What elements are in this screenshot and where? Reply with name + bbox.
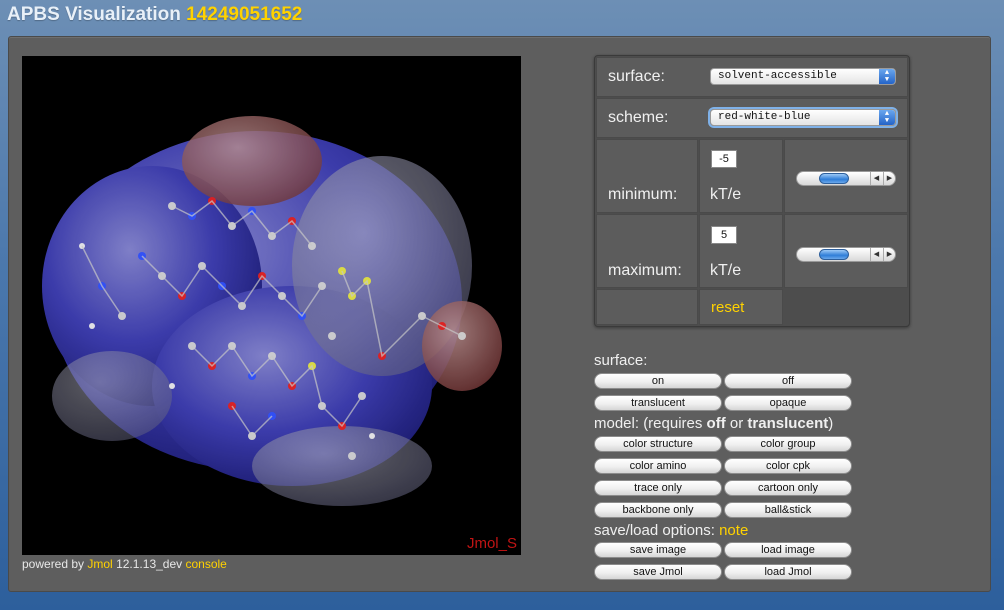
model-label-translucent: translucent [747,415,829,432]
color-cpk-button[interactable]: color cpk [724,458,852,474]
maximum-unit: kT/e [710,262,742,279]
color-structure-button[interactable]: color structure [594,436,722,452]
powered-by-line: powered by Jmol 12.1.13_dev console [22,557,227,571]
surface-section-label: surface: [594,352,648,369]
page-title-text: APBS Visualization [7,4,181,25]
surface-type-select[interactable]: solvent-accessible ▲ ▼ [710,68,896,85]
model-label-suffix: ) [828,415,834,432]
scheme-row-label: scheme: [608,109,669,126]
load-image-button[interactable]: load image [724,542,852,558]
note-link[interactable]: note [719,522,748,539]
job-id: 14249051652 [186,4,303,25]
model-label-prefix: model: (requires [594,415,707,432]
molecule-viewer[interactable]: Jmol_S [22,56,521,555]
slider-left-arrow-icon[interactable]: ◀ [870,172,882,185]
color-group-button[interactable]: color group [724,436,852,452]
maximum-slider[interactable]: ◀ ▶ [796,247,896,262]
ball-stick-button[interactable]: ball&stick [724,502,852,518]
cell-reset-empty [596,289,698,325]
surface-off-button[interactable]: off [724,373,852,389]
saveload-section-label: save/load options: note [594,522,748,539]
surface-on-button[interactable]: on [594,373,722,389]
surface-settings-table: surface: solvent-accessible ▲ ▼ scheme: r… [594,55,910,327]
page-title: APBS Visualization 14249051652 [7,4,302,26]
select-arrows-icon: ▲ ▼ [879,110,895,125]
surface-blob [42,116,502,506]
powered-by-text: powered by [22,557,85,571]
main-panel: Jmol_S powered by Jmol 12.1.13_dev conso… [8,36,991,592]
backbone-only-button[interactable]: backbone only [594,502,722,518]
minimum-row-label: minimum: [608,186,678,203]
jmol-watermark: Jmol_S [466,535,517,552]
surface-opaque-button[interactable]: opaque [724,395,852,411]
maximum-input[interactable]: 5 [711,226,737,244]
save-jmol-button[interactable]: save Jmol [594,564,722,580]
minimum-unit: kT/e [710,186,742,203]
minimum-input[interactable]: -5 [711,150,737,168]
slider-thumb[interactable] [819,249,849,260]
slider-thumb[interactable] [819,173,849,184]
console-link[interactable]: console [185,557,226,571]
slider-right-arrow-icon[interactable]: ▶ [883,248,895,261]
surface-row-label: surface: [608,68,665,85]
slider-right-arrow-icon[interactable]: ▶ [883,172,895,185]
molecule-render [42,116,502,506]
jmol-version: 12.1.13_dev [116,557,183,571]
model-label-off: off [706,415,726,432]
reset-link[interactable]: reset [711,299,744,316]
load-jmol-button[interactable]: load Jmol [724,564,852,580]
slider-left-arrow-icon[interactable]: ◀ [870,248,882,261]
minimum-slider[interactable]: ◀ ▶ [796,171,896,186]
saveload-label-text: save/load options: [594,522,715,539]
surface-translucent-button[interactable]: translucent [594,395,722,411]
model-section-label: model: (requires off or translucent) [594,415,833,432]
color-scheme-value: red-white-blue [718,111,811,123]
save-image-button[interactable]: save image [594,542,722,558]
surface-type-value: solvent-accessible [718,70,837,82]
select-arrows-icon: ▲ ▼ [879,69,895,84]
model-label-or: or [725,415,748,432]
maximum-row-label: maximum: [608,262,682,279]
trace-only-button[interactable]: trace only [594,480,722,496]
cartoon-only-button[interactable]: cartoon only [724,480,852,496]
color-amino-button[interactable]: color amino [594,458,722,474]
jmol-link[interactable]: Jmol [87,557,112,571]
color-scheme-select[interactable]: red-white-blue ▲ ▼ [710,109,896,126]
